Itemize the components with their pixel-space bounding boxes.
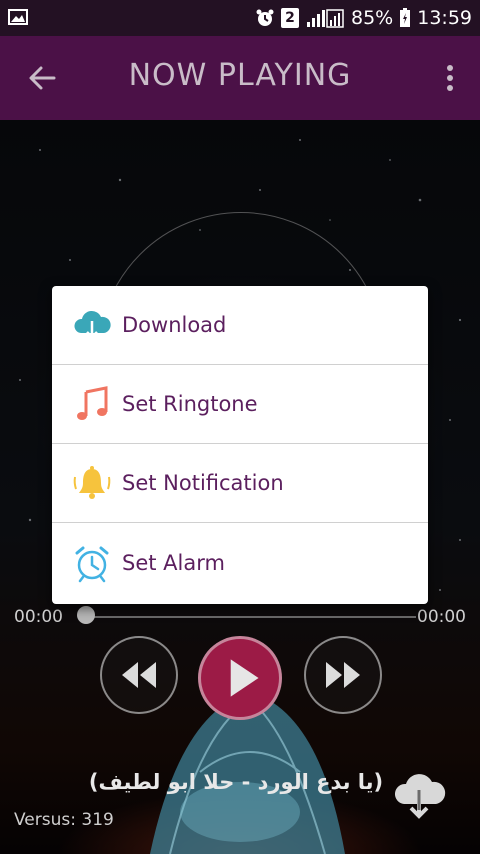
battery-percent: 85% (351, 7, 394, 29)
image-notification-icon (8, 9, 28, 25)
page-title: NOW PLAYING (128, 58, 352, 93)
play-button[interactable] (198, 636, 282, 720)
track-title: (يا بدع الورد - حلا ابو لطيف) (88, 770, 384, 794)
menu-item-label: Set Notification (122, 471, 284, 495)
download-cloud-icon[interactable] (390, 764, 448, 822)
fast-forward-button[interactable] (304, 636, 382, 714)
bell-icon (73, 466, 111, 499)
alarm-clock-icon (75, 546, 109, 583)
versus-label: Versus: 319 (14, 810, 114, 830)
menu-item-set-alarm[interactable]: Set Alarm (52, 523, 428, 603)
cloud-download-icon (74, 310, 111, 339)
rewind-icon (122, 662, 156, 688)
status-bar: 2 85% 13:59 (0, 0, 480, 36)
menu-item-set-notification[interactable]: Set Notification (52, 444, 428, 523)
menu-item-label: Download (122, 313, 227, 337)
status-bar-right: 2 85% 13:59 (255, 6, 472, 30)
rewind-button[interactable] (100, 636, 178, 714)
clock: 13:59 (417, 7, 472, 29)
app-bar: NOW PLAYING (0, 36, 480, 120)
alarm-status-icon (256, 9, 274, 26)
play-icon (230, 659, 259, 697)
menu-item-label: Set Alarm (122, 551, 225, 575)
battery-icon (400, 8, 411, 27)
menu-item-download[interactable]: Download (52, 286, 428, 365)
signal-icon (307, 9, 344, 28)
menu-item-label: Set Ringtone (122, 392, 258, 416)
overflow-menu-icon[interactable] (444, 64, 456, 92)
sim-badge: 2 (281, 8, 299, 28)
seek-bar[interactable] (86, 616, 416, 618)
fast-forward-icon (326, 662, 360, 688)
elapsed-time: 00:00 (14, 607, 63, 627)
duration-time: 00:00 (417, 607, 466, 627)
seek-thumb[interactable] (77, 606, 95, 624)
menu-item-set-ringtone[interactable]: Set Ringtone (52, 365, 428, 444)
options-dialog: Download Set Ringtone Set Notification S… (52, 286, 428, 604)
music-note-icon (77, 386, 108, 420)
